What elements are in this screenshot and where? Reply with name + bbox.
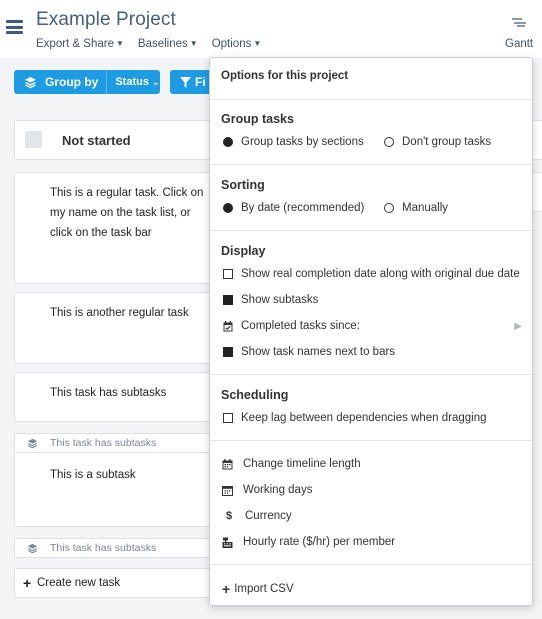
show-real-completion-checkbox[interactable]: Show real completion date along with ori… xyxy=(223,268,520,280)
show-subtasks-checkbox[interactable]: Show subtasks xyxy=(223,294,318,306)
sorting-heading: Sorting xyxy=(221,178,265,192)
export-share-menu[interactable]: Export & Share ▼ xyxy=(36,38,124,50)
group-by-label: Group by xyxy=(45,75,99,89)
task-name: This is a regular task. Click on my name… xyxy=(50,187,204,239)
create-task-button[interactable]: + Create new task xyxy=(14,568,214,598)
checkbox-checked-icon xyxy=(223,347,233,357)
adjacent-column-edge xyxy=(532,120,542,160)
checkbox-unchecked-icon xyxy=(223,269,233,279)
subtask-name: This is a subtask xyxy=(50,469,136,481)
import-csv-item[interactable]: + Import CSV xyxy=(222,581,294,597)
baselines-menu[interactable]: Baselines ▼ xyxy=(138,38,198,50)
project-title: Example Project xyxy=(36,9,176,30)
task-card[interactable]: This is another regular task xyxy=(14,292,214,364)
chevron-right-icon: ▶ xyxy=(514,321,522,332)
app-header: Example Project Export & Share ▼ Baseline… xyxy=(0,0,542,58)
options-dropdown: Options for this project Group tasks Gro… xyxy=(209,57,533,606)
change-timeline-length-item[interactable]: Change timeline length xyxy=(222,458,361,470)
create-task-label: Create new task xyxy=(37,577,121,589)
gantt-view-icon[interactable] xyxy=(512,18,526,30)
calendar-check-icon xyxy=(223,320,233,331)
sort-by-date-radio[interactable]: By date (recommended) xyxy=(223,202,364,214)
plus-icon: + xyxy=(23,575,32,591)
hamburger-menu-icon[interactable] xyxy=(6,20,23,34)
working-days-item[interactable]: Working days xyxy=(222,484,312,496)
column-title: Not started xyxy=(62,133,131,148)
group-by-sections-radio[interactable]: Group tasks by sections xyxy=(223,136,364,148)
filter-label: Fi xyxy=(195,75,206,89)
column-header: Not started xyxy=(14,120,214,160)
task-name: This is another regular task xyxy=(50,307,189,319)
radio-selected-icon xyxy=(223,203,233,213)
keep-lag-checkbox[interactable]: Keep lag between dependencies when dragg… xyxy=(223,412,487,424)
subtask-parent-header: This task has subtasks xyxy=(14,433,214,453)
subtask-card[interactable]: This is a subtask xyxy=(14,453,214,527)
scheduling-heading: Scheduling xyxy=(221,388,289,402)
top-menu-bar: Export & Share ▼ Baselines ▼ Options ▼ xyxy=(36,38,261,50)
dont-group-radio[interactable]: Don't group tasks xyxy=(384,136,491,148)
checkbox-checked-icon xyxy=(223,295,233,305)
layers-icon xyxy=(27,543,38,554)
sort-manually-radio[interactable]: Manually xyxy=(384,202,448,214)
cash-register-icon xyxy=(222,537,233,548)
dollar-icon: $ xyxy=(225,510,233,522)
subtask-parent-header: This task has subtasks xyxy=(14,538,214,558)
plus-icon: + xyxy=(222,581,231,597)
task-card[interactable]: This is a regular task. Click on my name… xyxy=(14,172,214,284)
group-by-button[interactable]: Group by Status ⌄ xyxy=(14,70,160,94)
subtask-parent-name: This task has subtasks xyxy=(50,542,157,554)
options-dropdown-title: Options for this project xyxy=(221,70,349,82)
radio-unselected-icon xyxy=(384,203,394,213)
calendar-days-icon xyxy=(222,485,233,496)
completed-tasks-since-item[interactable]: Completed tasks since: xyxy=(223,320,360,332)
task-card[interactable]: This task has subtasks xyxy=(14,372,214,422)
group-tasks-heading: Group tasks xyxy=(221,112,294,126)
display-heading: Display xyxy=(221,244,266,258)
adjacent-card-edge xyxy=(532,172,542,212)
task-name: This task has subtasks xyxy=(50,387,167,399)
group-by-value[interactable]: Status ⌄ xyxy=(107,76,159,88)
layers-icon xyxy=(27,438,38,449)
show-task-names-checkbox[interactable]: Show task names next to bars xyxy=(223,346,395,358)
gantt-view-label[interactable]: Gantt xyxy=(505,38,533,50)
column-select-checkbox[interactable] xyxy=(25,131,42,148)
chevron-down-icon: ⌄ xyxy=(152,77,160,87)
subtask-parent-name: This task has subtasks xyxy=(50,437,157,449)
hourly-rate-item[interactable]: Hourly rate ($/hr) per member xyxy=(222,536,395,548)
currency-item[interactable]: $ Currency xyxy=(223,510,292,522)
radio-unselected-icon xyxy=(384,137,394,147)
layers-icon xyxy=(25,76,36,88)
filter-icon xyxy=(180,76,191,88)
options-menu[interactable]: Options ▼ xyxy=(212,38,262,50)
checkbox-unchecked-icon xyxy=(223,413,233,423)
calendar-icon xyxy=(222,458,233,469)
radio-selected-icon xyxy=(223,137,233,147)
